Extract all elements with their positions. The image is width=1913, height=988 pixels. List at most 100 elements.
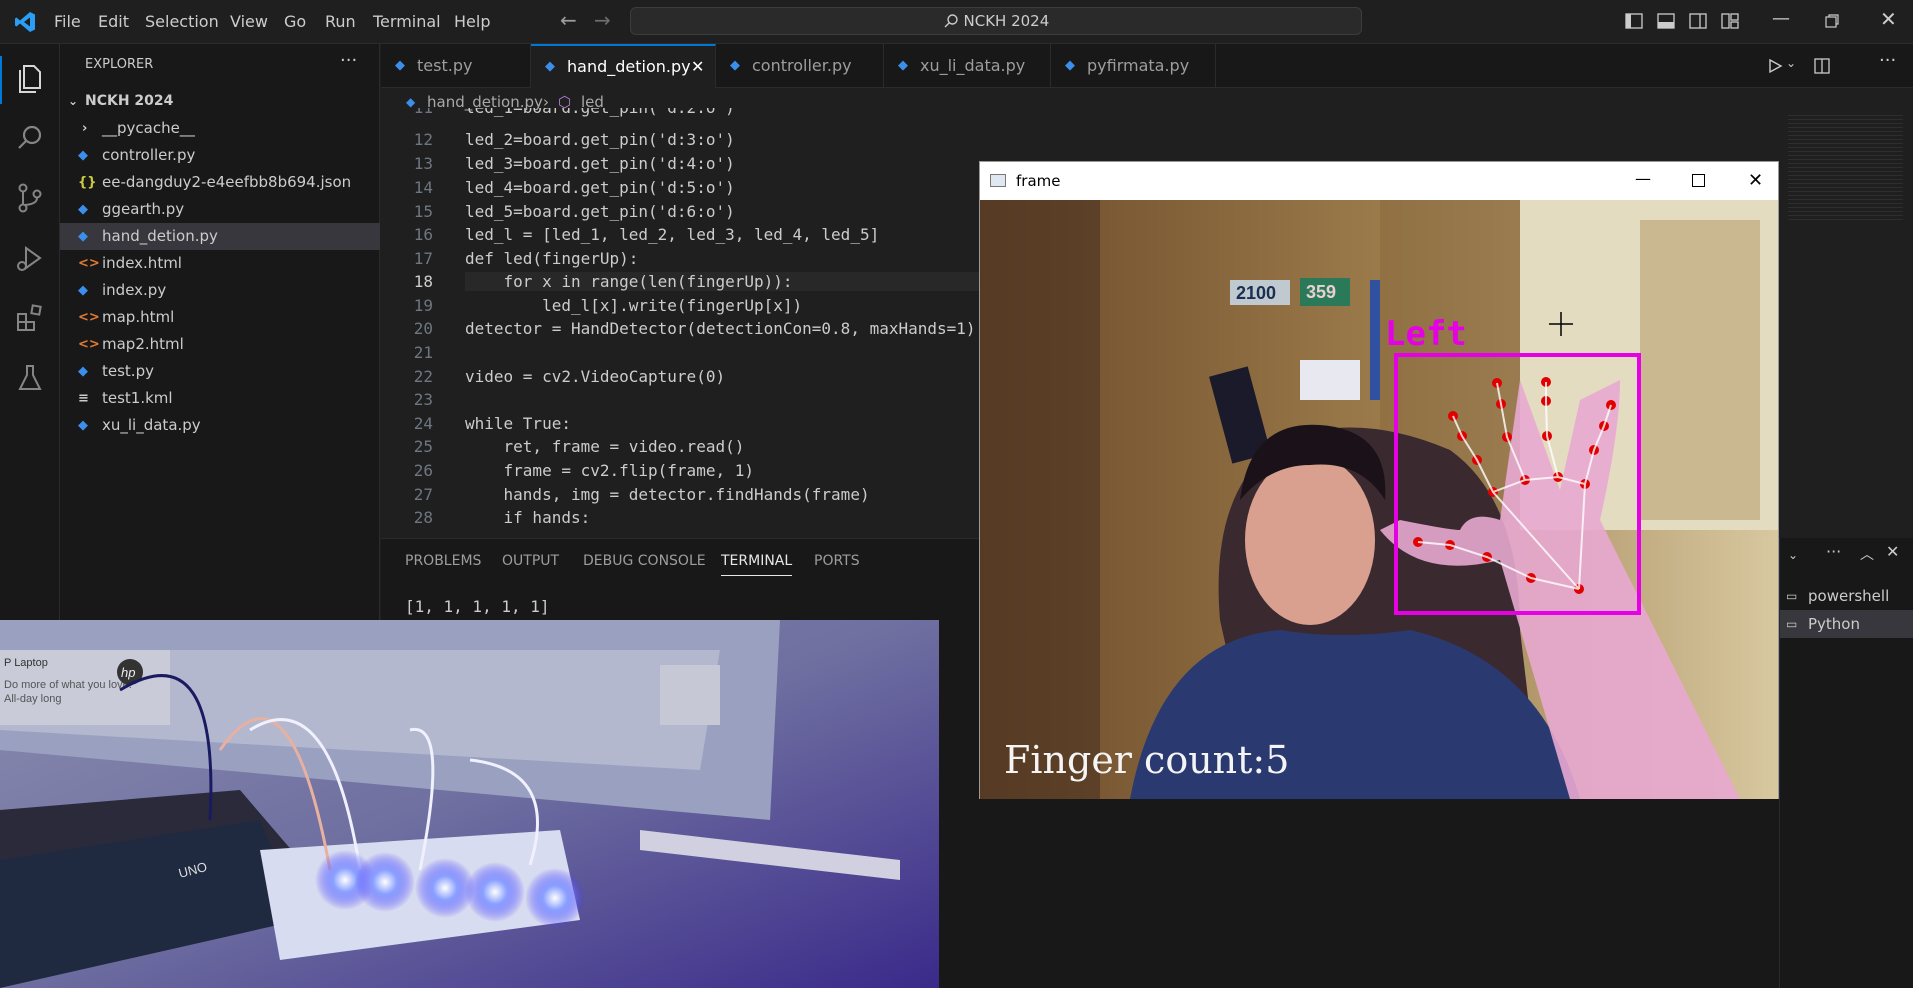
tree-item-label: hand_detion.py — [102, 227, 218, 245]
menu-selection[interactable]: Selection — [145, 12, 219, 31]
tab-debug-console[interactable]: DEBUG CONSOLE — [583, 553, 706, 569]
tree-item-hand-detion[interactable]: ◆ hand_detion.py — [60, 223, 380, 250]
search-text: NCKH 2024 — [963, 12, 1050, 30]
search-icon[interactable] — [12, 120, 48, 156]
line-number: 18 — [413, 272, 433, 291]
python-file-icon: ◆ — [898, 58, 908, 73]
tree-item-ggearth[interactable]: ◆ ggearth.py — [60, 196, 380, 223]
menu-edit[interactable]: Edit — [98, 12, 129, 31]
tree-item-label: controller.py — [102, 146, 196, 164]
menu-help[interactable]: Help — [454, 12, 490, 31]
tab-problems[interactable]: PROBLEMS — [405, 553, 481, 569]
line-number: 19 — [413, 296, 433, 315]
line-number: 26 — [413, 461, 433, 480]
maximize-icon[interactable] — [1692, 174, 1705, 187]
tab-ports[interactable]: PORTS — [814, 553, 860, 569]
hand-label: Left — [1385, 314, 1467, 354]
tab-hand-detion[interactable]: ◆ hand_detion.py ✕ — [531, 44, 716, 88]
active-indicator — [0, 56, 2, 104]
python-file-icon: ◆ — [395, 58, 405, 73]
frame-window-title: frame — [1016, 172, 1061, 190]
chevron-down-icon[interactable]: ⌄ — [1786, 56, 1796, 70]
chevron-down-icon[interactable]: ⌄ — [1788, 548, 1798, 562]
tab-label: hand_detion.py — [567, 57, 691, 76]
customize-layout-icon[interactable] — [1720, 11, 1740, 31]
tree-item-pycache[interactable]: › __pycache__ — [60, 115, 380, 142]
restore-icon[interactable] — [1824, 13, 1840, 29]
tab-pyfirmata[interactable]: ◆ pyfirmata.py — [1051, 44, 1216, 88]
terminal-item-label: powershell — [1808, 587, 1890, 605]
code-line: hands, img = detector.findHands(frame) — [465, 485, 870, 504]
line-number: 24 — [413, 414, 433, 433]
terminal-item-python[interactable]: ▭ Python — [1780, 610, 1913, 638]
tree-item-map-html[interactable]: <> map.html — [60, 304, 380, 331]
terminal-output: [1, 1, 1, 1, 1] — [405, 597, 550, 616]
command-center-search[interactable]: NCKH 2024 — [630, 7, 1362, 35]
code-line: def led(fingerUp): — [465, 249, 639, 268]
line-number: 22 — [413, 367, 433, 386]
sticker-text: Do more of what you love. — [4, 679, 132, 691]
run-python-icon[interactable] — [1767, 58, 1783, 74]
extensions-icon[interactable] — [12, 300, 48, 336]
code-line: if hands: — [465, 508, 591, 527]
tab-output[interactable]: OUTPUT — [502, 553, 559, 569]
close-tab-icon[interactable]: ✕ — [691, 46, 704, 88]
tab-terminal[interactable]: TERMINAL — [721, 553, 793, 576]
tree-item-test1-kml[interactable]: ≡ test1.kml — [60, 385, 380, 412]
tab-controller[interactable]: ◆ controller.py — [716, 44, 884, 88]
menu-run[interactable]: Run — [325, 12, 356, 31]
more-actions-icon[interactable]: ··· — [1826, 542, 1841, 561]
close-icon[interactable]: ✕ — [1880, 7, 1897, 31]
line-number: 20 — [413, 319, 433, 338]
tree-item-json[interactable]: {} ee-dangduy2-e4eefbb8b694.json — [60, 169, 380, 196]
tab-xu-li-data[interactable]: ◆ xu_li_data.py — [884, 44, 1051, 88]
poster-number: 2100 — [1236, 283, 1276, 303]
forward-arrow-icon[interactable]: → — [594, 8, 611, 32]
editor-tabs: ◆ test.py ◆ hand_detion.py ✕ ◆ controller.p… — [381, 44, 1913, 88]
menu-view[interactable]: View — [230, 12, 268, 31]
toggle-panel-icon[interactable] — [1656, 11, 1676, 31]
tree-item-label: map.html — [102, 308, 175, 326]
toggle-sidebar-icon[interactable] — [1624, 11, 1644, 31]
terminal-list: ⌄ ··· ︿ ✕ ▭ powershell ▭ Python — [1779, 538, 1913, 988]
tree-item-map2-html[interactable]: <> map2.html — [60, 331, 380, 358]
menu-file[interactable]: File — [54, 12, 81, 31]
tab-test-py[interactable]: ◆ test.py — [381, 44, 531, 88]
tab-label: controller.py — [752, 56, 852, 75]
more-actions-icon[interactable]: ··· — [340, 50, 357, 71]
terminal-item-powershell[interactable]: ▭ powershell — [1780, 582, 1913, 610]
tree-item-index-html[interactable]: <> index.html — [60, 250, 380, 277]
explorer-title: EXPLORER — [85, 57, 154, 72]
close-icon[interactable]: ✕ — [1748, 162, 1763, 200]
run-debug-icon[interactable] — [12, 240, 48, 276]
more-actions-icon[interactable]: ··· — [1879, 50, 1896, 71]
python-file-icon: ◆ — [78, 202, 88, 217]
testing-flask-icon[interactable] — [12, 360, 48, 396]
tree-item-controller[interactable]: ◆ controller.py — [60, 142, 380, 169]
minimize-icon[interactable]: — — [1635, 160, 1651, 198]
tree-item-label: xu_li_data.py — [102, 416, 201, 434]
line-number: 17 — [413, 249, 433, 268]
split-editor-icon[interactable] — [1813, 57, 1831, 75]
frame-window-titlebar[interactable]: frame — ✕ — [980, 162, 1778, 200]
tree-item-test-py[interactable]: ◆ test.py — [60, 358, 380, 385]
html-file-icon: <> — [78, 310, 100, 325]
line-number: 12 — [413, 130, 433, 149]
tree-item-index-py[interactable]: ◆ index.py — [60, 277, 380, 304]
menu-go[interactable]: Go — [284, 12, 306, 31]
menu-terminal[interactable]: Terminal — [373, 12, 441, 31]
tree-item-xu-li-data[interactable]: ◆ xu_li_data.py — [60, 412, 380, 439]
close-panel-icon[interactable]: ✕ — [1886, 542, 1899, 561]
explorer-files-icon[interactable] — [12, 60, 48, 96]
toggle-secondary-sidebar-icon[interactable] — [1688, 11, 1708, 31]
code-line: led_5=board.get_pin('d:6:o') — [465, 202, 735, 221]
minimap[interactable] — [1788, 112, 1903, 222]
maximize-panel-icon[interactable]: ︿ — [1860, 544, 1874, 564]
minimize-icon[interactable]: — — [1772, 8, 1790, 29]
workspace-folder[interactable]: ⌄ NCKH 2024 — [60, 88, 380, 115]
back-arrow-icon[interactable]: ← — [560, 8, 577, 32]
tree-item-label: index.html — [102, 254, 182, 272]
tree-item-label: index.py — [102, 281, 167, 299]
source-control-icon[interactable] — [12, 180, 48, 216]
python-file-icon: ◆ — [545, 59, 555, 74]
